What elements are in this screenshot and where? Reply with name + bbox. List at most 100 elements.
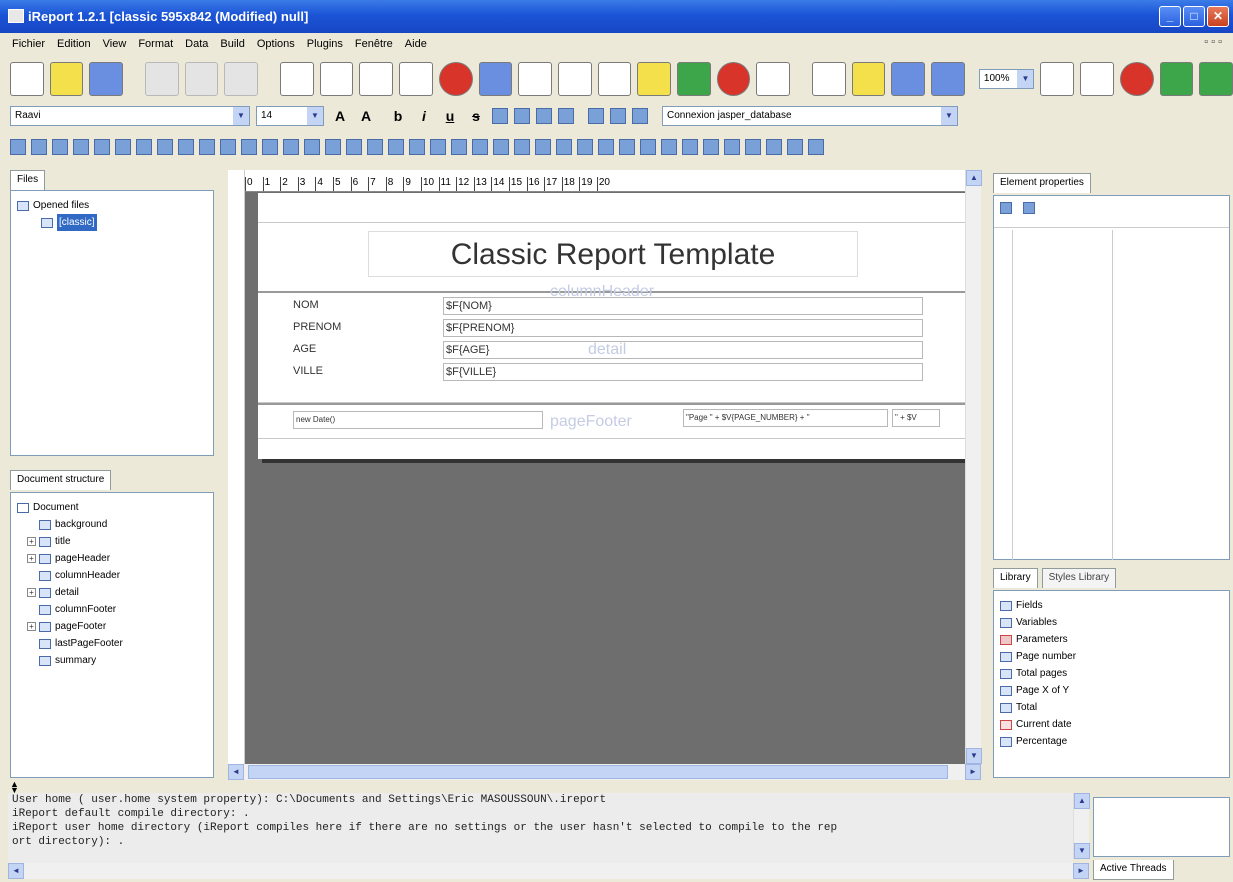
label-nom[interactable]: NOM bbox=[293, 299, 319, 311]
save-icon[interactable] bbox=[89, 62, 124, 96]
band-page-footer[interactable]: new Date() pageFooter "Page " + $V{PAGE_… bbox=[258, 403, 965, 439]
report-title-text[interactable]: Classic Report Template bbox=[368, 231, 858, 277]
run-with-connection-icon[interactable] bbox=[1199, 62, 1233, 96]
label-prenom[interactable]: PRENOM bbox=[293, 321, 341, 333]
scroll-down-icon[interactable]: ▼ bbox=[966, 748, 982, 764]
field-footer-page[interactable]: "Page " + $V{PAGE_NUMBER} + " bbox=[683, 409, 888, 427]
same-width-max-icon[interactable] bbox=[199, 139, 215, 155]
opened-files-node[interactable]: Opened files bbox=[17, 197, 207, 214]
align-justify-icon[interactable] bbox=[558, 108, 574, 124]
expand-icon[interactable]: + bbox=[27, 537, 36, 546]
menu-fenetre[interactable]: Fenêtre bbox=[355, 38, 393, 50]
expand-icon[interactable] bbox=[787, 139, 803, 155]
strikethrough-icon[interactable]: s bbox=[466, 106, 486, 126]
field-footer-date[interactable]: new Date() bbox=[293, 411, 543, 429]
library-item-variables[interactable]: Variables bbox=[1000, 614, 1223, 631]
menu-format[interactable]: Format bbox=[138, 38, 173, 50]
line-tool-icon[interactable] bbox=[319, 62, 354, 96]
band-detail[interactable]: detail NOM $F{NOM} PRENOM $F{PRENOM} AGE… bbox=[258, 293, 965, 403]
align-bottom-edges-icon[interactable] bbox=[73, 139, 89, 155]
align-center-icon[interactable] bbox=[514, 108, 530, 124]
band-node[interactable]: background bbox=[17, 516, 207, 533]
maximize-button[interactable]: □ bbox=[1183, 6, 1205, 27]
decrease-font-icon[interactable]: A bbox=[356, 106, 376, 126]
compile-icon[interactable] bbox=[1119, 62, 1154, 96]
library-item-parameters[interactable]: Parameters bbox=[1000, 631, 1223, 648]
subreport-tool-icon[interactable] bbox=[597, 62, 632, 96]
align-vertical-centers-icon[interactable] bbox=[94, 139, 110, 155]
expand-icon[interactable]: + bbox=[27, 588, 36, 597]
band-node[interactable]: lastPageFooter bbox=[17, 635, 207, 652]
menu-build[interactable]: Build bbox=[220, 38, 244, 50]
close-button[interactable]: ✕ bbox=[1207, 6, 1229, 27]
frame-tool-icon[interactable] bbox=[756, 62, 791, 96]
band-icon[interactable] bbox=[812, 62, 846, 96]
menu-view[interactable]: View bbox=[103, 38, 127, 50]
scroll-right-icon[interactable]: ► bbox=[965, 764, 981, 780]
center-in-band-icon[interactable] bbox=[367, 139, 383, 155]
console-vertical-scrollbar[interactable]: ▲ ▼ bbox=[1073, 793, 1090, 859]
menu-options[interactable]: Options bbox=[257, 38, 295, 50]
label-ville[interactable]: VILLE bbox=[293, 365, 323, 377]
minimize-button[interactable]: _ bbox=[1159, 6, 1181, 27]
connection-select[interactable]: Connexion jasper_database ▼ bbox=[662, 106, 958, 126]
pointer-tool-icon[interactable] bbox=[280, 62, 314, 96]
library-item-percentage[interactable]: Percentage bbox=[1000, 733, 1223, 750]
vspace-increase-icon[interactable] bbox=[556, 139, 572, 155]
paste-icon[interactable] bbox=[224, 62, 259, 96]
align-top-edges-icon[interactable] bbox=[52, 139, 68, 155]
ellipse-tool-icon[interactable] bbox=[438, 62, 473, 96]
rounded-rectangle-tool-icon[interactable] bbox=[399, 62, 433, 96]
scroll-thumb[interactable] bbox=[248, 765, 948, 779]
label-age[interactable]: AGE bbox=[293, 343, 316, 355]
library-item-page-x-of-y[interactable]: Page X of Y bbox=[1000, 682, 1223, 699]
field-age[interactable]: $F{AGE} bbox=[443, 341, 923, 359]
zoom-out-icon[interactable] bbox=[1080, 62, 1114, 96]
align-to-band-bottom-icon[interactable] bbox=[157, 139, 173, 155]
same-height-min-icon[interactable] bbox=[283, 139, 299, 155]
chart-tool-icon[interactable] bbox=[637, 62, 672, 96]
join-right-icon[interactable] bbox=[430, 139, 446, 155]
join-left-icon[interactable] bbox=[409, 139, 425, 155]
border-icon[interactable] bbox=[745, 139, 761, 155]
adapt-to-band-icon[interactable] bbox=[619, 139, 635, 155]
tab-active-threads[interactable]: Active Threads bbox=[1093, 860, 1174, 880]
group-icon[interactable] bbox=[851, 62, 886, 96]
zoom-in-icon[interactable] bbox=[1040, 62, 1075, 96]
valign-middle-icon[interactable] bbox=[610, 108, 626, 124]
barcode-tool-icon[interactable] bbox=[716, 62, 751, 96]
center-horizontally-icon[interactable] bbox=[325, 139, 341, 155]
open-folder-icon[interactable] bbox=[49, 62, 84, 96]
valign-top-icon[interactable] bbox=[588, 108, 604, 124]
sort-icon[interactable] bbox=[1000, 202, 1012, 214]
new-document-icon[interactable] bbox=[10, 62, 44, 96]
categories-icon[interactable] bbox=[1023, 202, 1036, 214]
grid-icon[interactable] bbox=[703, 139, 719, 155]
italic-icon[interactable]: i bbox=[414, 106, 434, 126]
expand-icon[interactable]: + bbox=[27, 622, 36, 631]
tab-library[interactable]: Library bbox=[993, 568, 1038, 588]
increase-font-icon[interactable]: A bbox=[330, 106, 350, 126]
library-item-page-number[interactable]: Page number bbox=[1000, 648, 1223, 665]
align-right-icon[interactable] bbox=[536, 108, 552, 124]
scroll-left-icon[interactable]: ◄ bbox=[8, 863, 24, 879]
hspace-decrease-icon[interactable] bbox=[493, 139, 509, 155]
bring-to-front-icon[interactable] bbox=[640, 139, 656, 155]
tab-files[interactable]: Files bbox=[10, 170, 46, 190]
crosstab-tool-icon[interactable] bbox=[677, 62, 711, 96]
scroll-right-icon[interactable]: ► bbox=[1073, 863, 1089, 879]
field-ville[interactable]: $F{VILLE} bbox=[443, 363, 923, 381]
file-node-classic[interactable]: [classic] bbox=[17, 214, 207, 231]
band-background[interactable] bbox=[258, 193, 965, 223]
designer-vertical-scrollbar[interactable]: ▲ ▼ bbox=[965, 170, 982, 764]
snap-icon[interactable] bbox=[724, 139, 740, 155]
band-node[interactable]: columnFooter bbox=[17, 601, 207, 618]
same-size-icon[interactable] bbox=[304, 139, 320, 155]
splitter-arrows-icon[interactable]: ▲ ▼ bbox=[10, 780, 19, 795]
designer-horizontal-scrollbar[interactable]: ◄ ► bbox=[228, 764, 981, 780]
field-prenom[interactable]: $F{PRENOM} bbox=[443, 319, 923, 337]
same-height-max-icon[interactable] bbox=[262, 139, 278, 155]
menu-edition[interactable]: Edition bbox=[57, 38, 91, 50]
same-height-icon[interactable] bbox=[241, 139, 257, 155]
same-width-icon[interactable] bbox=[178, 139, 194, 155]
